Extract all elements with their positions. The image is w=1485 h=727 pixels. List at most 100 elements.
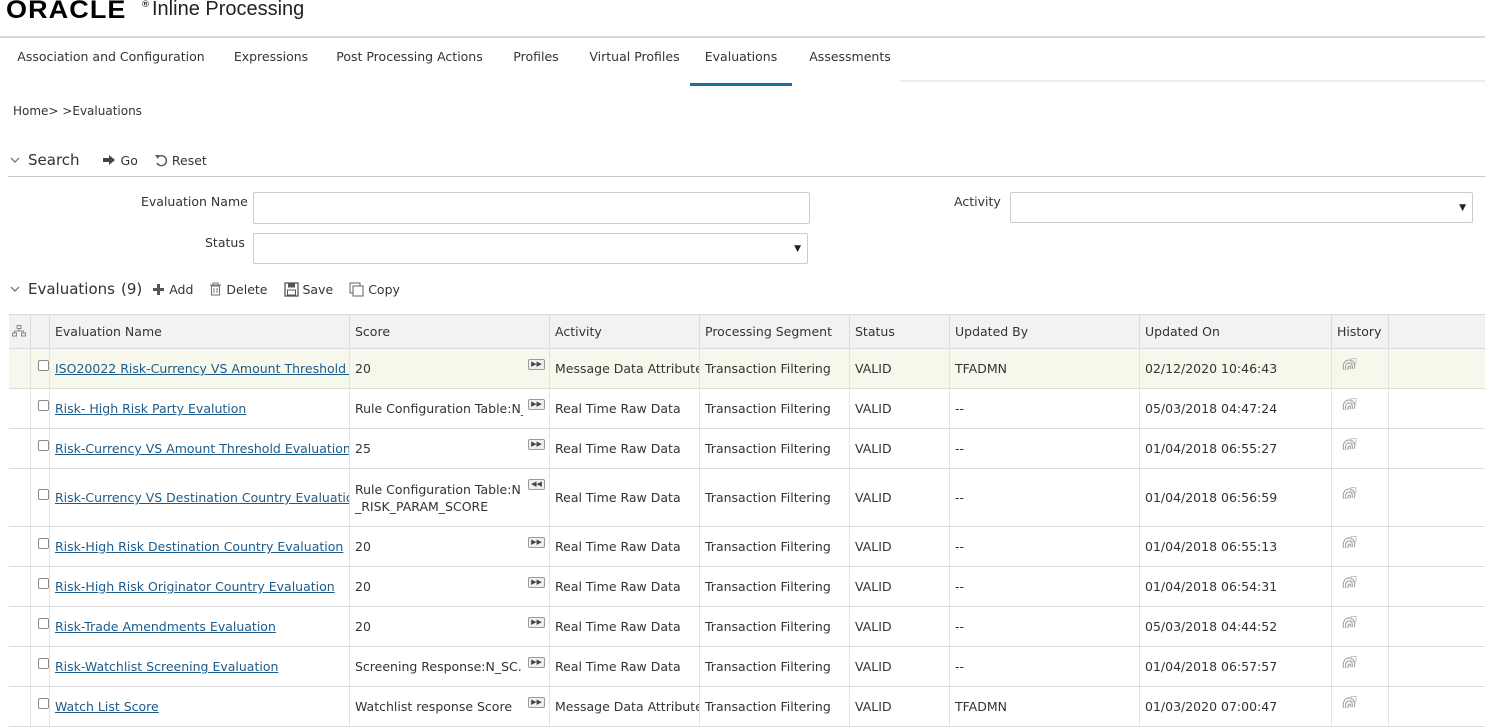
tab-profiles[interactable]: Profiles [499, 38, 573, 86]
tab-expressions[interactable]: Expressions [222, 38, 320, 86]
history-cell [1332, 687, 1389, 726]
save-button[interactable]: Save [283, 282, 333, 297]
fingerprint-icon[interactable] [1341, 576, 1357, 593]
table-row[interactable]: Risk-Trade Amendments Evaluation 20 ▶▶ Real… [9, 607, 1485, 647]
tab-assessments[interactable]: Assessments [796, 38, 904, 86]
table-row[interactable]: Watch List Score Watchlist response Score… [9, 687, 1485, 727]
go-button[interactable]: Go [102, 153, 138, 168]
copy-button[interactable]: Copy [349, 282, 400, 297]
status-cell: VALID [850, 429, 950, 468]
row-checkbox[interactable] [38, 360, 49, 371]
fingerprint-icon[interactable] [1341, 536, 1357, 553]
table-row[interactable]: ISO20022 Risk-Currency VS Amount Thresho… [9, 349, 1485, 389]
row-checkbox[interactable] [38, 440, 49, 451]
copy-icon [349, 282, 364, 297]
column-header-processing-segment[interactable]: Processing Segment [700, 315, 850, 348]
row-checkbox[interactable] [38, 489, 49, 500]
double-chevron-right-icon[interactable]: ▶▶ [528, 577, 545, 588]
evaluation-name-link[interactable]: Risk- High Risk Party Evalution [55, 401, 246, 416]
evaluation-name-link[interactable]: Risk-Trade Amendments Evaluation [55, 619, 276, 634]
select-cell [31, 469, 50, 526]
select-cell [31, 567, 50, 606]
fingerprint-icon[interactable] [1341, 656, 1357, 673]
activity-select[interactable]: ▼ [1010, 192, 1473, 223]
row-checkbox[interactable] [38, 698, 49, 709]
fingerprint-icon[interactable] [1341, 358, 1357, 375]
column-header-score[interactable]: Score [350, 315, 550, 348]
fingerprint-icon[interactable] [1341, 398, 1357, 415]
evaluations-title: Evaluations [28, 280, 115, 298]
table-row[interactable]: Risk-Currency VS Amount Threshold Evalua… [9, 429, 1485, 469]
double-chevron-left-icon[interactable]: ◀◀ [528, 479, 545, 490]
history-cell [1332, 469, 1389, 526]
tab-association-and-configuration[interactable]: Association and Configuration [0, 38, 222, 86]
double-chevron-right-icon[interactable]: ▶▶ [528, 617, 545, 628]
table-row[interactable]: Risk-High Risk Originator Country Evalua… [9, 567, 1485, 607]
row-checkbox[interactable] [38, 400, 49, 411]
table-row[interactable]: Risk-Watchlist Screening Evaluation Scree… [9, 647, 1485, 687]
row-checkbox[interactable] [38, 578, 49, 589]
tab-virtual-profiles[interactable]: Virtual Profiles [573, 38, 696, 86]
column-header-updated-by[interactable]: Updated By [950, 315, 1140, 348]
updated-by-cell: -- [950, 429, 1140, 468]
updated-by-cell: TFADMN [950, 687, 1140, 726]
double-chevron-right-icon[interactable]: ▶▶ [528, 399, 545, 410]
breadcrumb[interactable]: Home> >Evaluations [13, 104, 142, 118]
score-cell: Screening Response:N_SC... ▶▶ [350, 647, 550, 686]
reset-button[interactable]: Reset [154, 153, 207, 168]
row-checkbox[interactable] [38, 658, 49, 669]
tab-post-processing-actions[interactable]: Post Processing Actions [320, 38, 499, 86]
updated-on-cell: 01/03/2020 07:00:47 [1140, 687, 1332, 726]
double-chevron-right-icon[interactable]: ▶▶ [528, 537, 545, 548]
evaluation-name-link[interactable]: Risk-Currency VS Amount Threshold Evalua… [55, 441, 349, 456]
updated-on-cell: 05/03/2018 04:44:52 [1140, 607, 1332, 646]
column-header-evaluation-name[interactable]: Evaluation Name [50, 315, 350, 348]
fingerprint-icon[interactable] [1341, 696, 1357, 713]
evaluation-name-link[interactable]: Watch List Score [55, 699, 159, 714]
table-row[interactable]: Risk- High Risk Party Evalution Rule Conf… [9, 389, 1485, 429]
fingerprint-icon[interactable] [1341, 616, 1357, 633]
tab-evaluations[interactable]: Evaluations [690, 38, 792, 86]
updated-by-cell: TFADMN [950, 349, 1140, 388]
row-checkbox[interactable] [38, 538, 49, 549]
fingerprint-icon[interactable] [1341, 487, 1357, 504]
double-chevron-right-icon[interactable]: ▶▶ [528, 359, 545, 370]
score-value: Screening Response:N_SC... [355, 659, 523, 674]
trash-icon [209, 282, 222, 296]
fingerprint-icon[interactable] [1341, 438, 1357, 455]
double-chevron-right-icon[interactable]: ▶▶ [528, 439, 545, 450]
evaluation-name-input[interactable] [253, 192, 810, 224]
chevron-down-icon[interactable] [10, 283, 20, 296]
tree-column-header[interactable] [9, 315, 31, 348]
evaluation-name-link[interactable]: Risk-High Risk Originator Country Evalua… [55, 579, 335, 594]
status-cell: VALID [850, 349, 950, 388]
select-cell [31, 389, 50, 428]
select-cell [31, 607, 50, 646]
score-cell: 20 ▶▶ [350, 607, 550, 646]
delete-button[interactable]: Delete [209, 282, 268, 297]
double-chevron-right-icon[interactable]: ▶▶ [528, 657, 545, 668]
column-header-history[interactable]: History [1332, 315, 1389, 348]
hierarchy-icon [12, 325, 26, 340]
tab-bar: Association and Configuration Expression… [0, 38, 900, 86]
evaluation-name-link[interactable]: Risk-Watchlist Screening Evaluation [55, 659, 278, 674]
chevron-down-icon[interactable] [10, 154, 20, 167]
table-row[interactable]: Risk-Currency VS Destination Country Eva… [9, 469, 1485, 527]
table-row[interactable]: Risk-High Risk Destination Country Evalu… [9, 527, 1485, 567]
tree-cell [9, 607, 31, 646]
column-header-status[interactable]: Status [850, 315, 950, 348]
column-header-updated-on[interactable]: Updated On [1140, 315, 1332, 348]
add-label: Add [169, 281, 194, 297]
dropdown-arrow-icon: ▼ [794, 243, 801, 254]
updated-on-cell: 02/12/2020 10:46:43 [1140, 349, 1332, 388]
evaluation-name-label: Evaluation Name [141, 194, 248, 209]
evaluation-name-link[interactable]: ISO20022 Risk-Currency VS Amount Thresho… [55, 361, 349, 376]
evaluation-name-link[interactable]: Risk-Currency VS Destination Country Eva… [55, 490, 349, 505]
add-button[interactable]: Add [152, 282, 193, 297]
evaluation-name-link[interactable]: Risk-High Risk Destination Country Evalu… [55, 539, 343, 554]
column-header-activity[interactable]: Activity [550, 315, 700, 348]
row-checkbox[interactable] [38, 618, 49, 629]
segment-cell: Transaction Filtering [700, 389, 850, 428]
double-chevron-right-icon[interactable]: ▶▶ [528, 697, 545, 708]
status-select[interactable]: ▼ [253, 233, 808, 264]
